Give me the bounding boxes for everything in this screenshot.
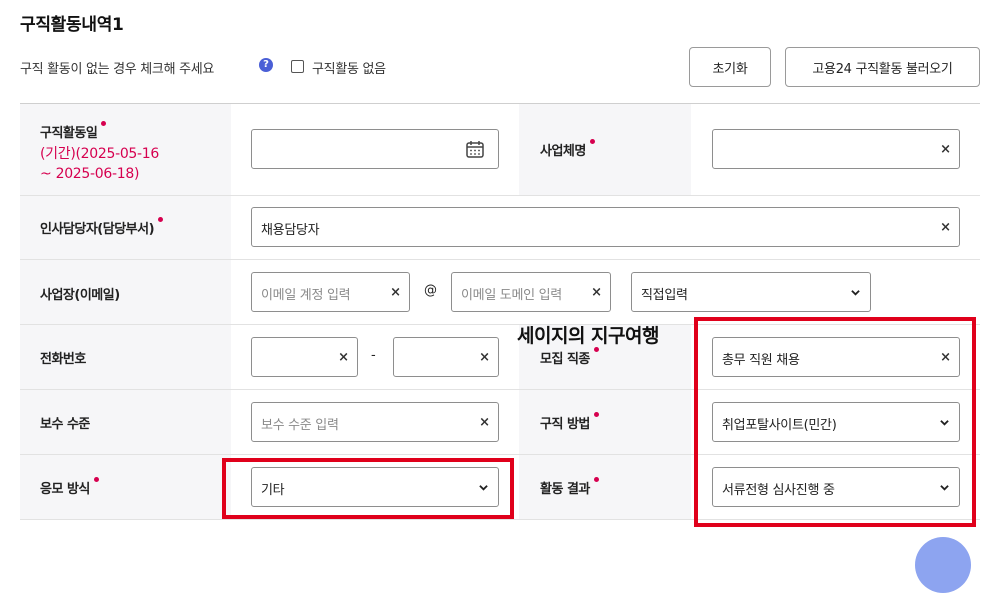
email-label: 사업장(이메일) — [40, 288, 120, 303]
salary-input[interactable]: 보수 수준 입력 × — [251, 402, 499, 442]
job-type-value: 총무 직원 채용 — [722, 353, 800, 368]
result-value: 서류전형 심사진행 중 — [722, 483, 835, 498]
page-title: 구직활동내역1 — [20, 15, 124, 35]
activity-date-label: 구직활동일 — [40, 121, 107, 141]
clear-icon[interactable]: × — [940, 351, 951, 365]
clear-icon[interactable]: × — [338, 351, 349, 365]
clear-icon[interactable]: × — [479, 416, 490, 430]
search-method-value: 취업포탈사이트(민간) — [722, 418, 837, 433]
required-dot — [101, 121, 107, 126]
email-at-sign: @ — [424, 283, 437, 298]
clear-icon[interactable]: × — [479, 351, 490, 365]
salary-label: 보수 수준 — [40, 417, 90, 432]
job-type-label: 모집 직종 — [540, 347, 599, 367]
email-domain-placeholder: 이메일 도메인 입력 — [461, 288, 562, 303]
overlay-caption: 세이지의 지구여행 — [517, 325, 659, 347]
activity-date-input[interactable] — [251, 129, 499, 169]
no-activity-notice: 구직 활동이 없는 경우 체크해 주세요 — [20, 62, 215, 77]
row-divider — [20, 259, 980, 260]
hr-manager-label: 인사담당자(담당부서) — [40, 217, 164, 237]
row-divider — [20, 454, 980, 455]
job-type-input[interactable]: 총무 직원 채용 × — [712, 337, 960, 377]
chevron-down-icon — [940, 420, 949, 426]
calendar-icon[interactable] — [465, 139, 485, 159]
email-account-input[interactable]: 이메일 계정 입력 × — [251, 272, 410, 312]
row-divider — [20, 324, 980, 325]
result-label: 활동 결과 — [540, 477, 599, 497]
no-activity-checkbox[interactable] — [291, 60, 304, 73]
business-name-label: 사업체명 — [540, 139, 595, 159]
salary-placeholder: 보수 수준 입력 — [261, 418, 339, 433]
help-icon[interactable]: ? — [259, 58, 273, 72]
phone-label: 전화번호 — [40, 352, 86, 367]
required-dot — [589, 139, 595, 144]
floating-action-button[interactable] — [915, 537, 971, 593]
no-activity-label[interactable]: 구직활동 없음 — [312, 58, 386, 77]
required-dot — [593, 477, 599, 482]
search-method-label: 구직 방법 — [540, 412, 599, 432]
table-top-border — [20, 103, 980, 104]
email-domain-select[interactable]: 직접입력 — [631, 272, 871, 312]
chevron-down-icon — [851, 290, 860, 296]
required-dot — [93, 477, 99, 482]
clear-icon[interactable]: × — [940, 221, 951, 235]
reset-button[interactable]: 초기화 — [689, 47, 771, 87]
required-dot — [158, 217, 164, 222]
business-name-input[interactable]: × — [712, 129, 960, 169]
chevron-down-icon — [479, 485, 488, 491]
clear-icon[interactable]: × — [390, 286, 401, 300]
phone-part1-input[interactable]: × — [251, 337, 358, 377]
apply-method-value: 기타 — [261, 483, 285, 498]
import-goyong24-button[interactable]: 고용24 구직활동 불러오기 — [785, 47, 980, 87]
required-dot — [593, 412, 599, 417]
hr-manager-value: 채용담당자 — [261, 223, 320, 238]
table-bottom-border — [20, 519, 980, 520]
row-divider — [20, 195, 980, 196]
email-account-placeholder: 이메일 계정 입력 — [261, 288, 351, 303]
chevron-down-icon — [940, 485, 949, 491]
email-domain-select-value: 직접입력 — [641, 288, 688, 303]
apply-method-label: 응모 방식 — [40, 477, 99, 497]
apply-method-select[interactable]: 기타 — [251, 467, 499, 507]
search-method-select[interactable]: 취업포탈사이트(민간) — [712, 402, 960, 442]
email-domain-input[interactable]: 이메일 도메인 입력 × — [451, 272, 611, 312]
hr-manager-input[interactable]: 채용담당자 × — [251, 207, 960, 247]
phone-dash: - — [371, 348, 376, 363]
phone-part2-input[interactable]: × — [393, 337, 499, 377]
row-divider — [20, 389, 980, 390]
result-select[interactable]: 서류전형 심사진행 중 — [712, 467, 960, 507]
clear-icon[interactable]: × — [591, 286, 602, 300]
clear-icon[interactable]: × — [940, 143, 951, 157]
activity-date-range: (기간)(2025-05-16 ~ 2025-06-18) — [40, 146, 160, 182]
